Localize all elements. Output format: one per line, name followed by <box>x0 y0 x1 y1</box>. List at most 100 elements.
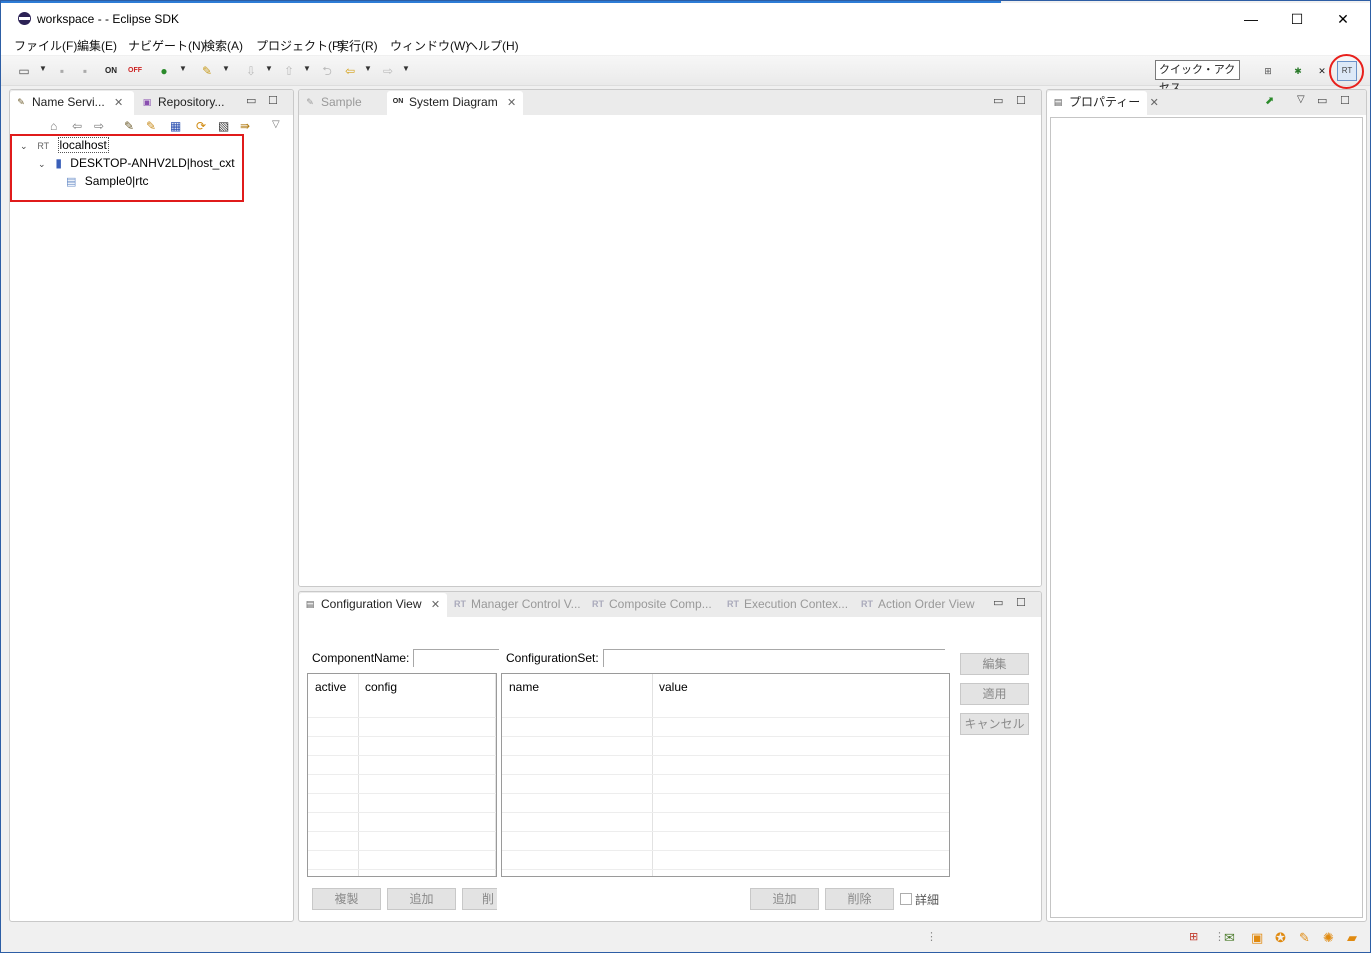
next-annotation-icon[interactable]: ⇩ <box>243 63 259 79</box>
status-bar: ⋮ ⊞ ⋮ ✉ ▣ ✪ ✎ ✺ ▰ <box>1 924 1370 952</box>
menu-help[interactable]: ヘルプ(H) <box>466 37 519 54</box>
tab-composite-component[interactable]: RT Composite Comp... <box>587 593 717 617</box>
configuration-icon: ▤ <box>305 599 315 609</box>
menu-bar: ファイル(F) 編集(E) ナビゲート(N) 検索(A) プロジェクト(P) 実… <box>1 33 1370 55</box>
server-error-icon[interactable]: ⊞ <box>1189 930 1198 943</box>
save-icon[interactable]: ▪ <box>54 63 70 79</box>
back-nav-icon[interactable]: ⇦ <box>72 119 82 133</box>
external-dropdown-icon[interactable]: ▼ <box>222 64 230 73</box>
next-annotation-dropdown-icon[interactable]: ▼ <box>265 64 273 73</box>
maximize-button[interactable]: ☐ <box>1274 5 1320 33</box>
back-dropdown-icon[interactable]: ▼ <box>364 64 372 73</box>
close-button[interactable]: ✕ <box>1320 5 1366 33</box>
properties-panel: ▤ プロパティー ✕ ⬈ ▽ ▭ ☐ <box>1046 89 1367 922</box>
tab-properties[interactable]: ▤ プロパティー ✕ <box>1047 91 1159 115</box>
table-row <box>308 755 496 756</box>
add-config-set-button[interactable]: 追加 <box>387 888 456 910</box>
all-off-icon[interactable]: OFF <box>127 63 143 79</box>
pin-icon[interactable]: ⬈ <box>1265 94 1274 107</box>
menu-project[interactable]: プロジェクト(P) <box>256 37 344 54</box>
tab-execution-context[interactable]: RT Execution Contex... <box>722 593 852 617</box>
tab-system-diagram[interactable]: ON System Diagram ✕ <box>387 91 523 115</box>
menu-edit[interactable]: 編集(E) <box>77 37 117 54</box>
quick-access-field[interactable]: クイック・アクセス <box>1155 60 1240 94</box>
detail-checkbox[interactable] <box>900 893 912 905</box>
close-tab-icon[interactable]: ✕ <box>114 92 123 114</box>
back-icon[interactable]: ⇦ <box>342 63 358 79</box>
all-on-icon[interactable]: ON <box>103 63 119 79</box>
prev-annotation-icon[interactable]: ⇧ <box>281 63 297 79</box>
component-name-field[interactable] <box>413 649 499 667</box>
workbench-icon[interactable]: ▰ <box>1347 930 1357 946</box>
close-tab-icon[interactable]: ✕ <box>1150 92 1159 114</box>
column-header-name[interactable]: name <box>509 680 539 694</box>
menu-file[interactable]: ファイル(F) <box>14 37 77 54</box>
menu-run[interactable]: 実行(R) <box>337 37 378 54</box>
tutorials-icon[interactable]: ✪ <box>1275 930 1286 946</box>
external-tools-icon[interactable]: ✎ <box>199 63 215 79</box>
delete-config-set-button[interactable]: 削 <box>462 888 497 910</box>
diagram-canvas[interactable] <box>299 115 1041 586</box>
copy-button[interactable]: 複製 <box>312 888 381 910</box>
config-set-table[interactable]: active config <box>307 673 497 877</box>
view-menu-icon[interactable]: ▽ <box>1297 94 1305 105</box>
feedback-icon[interactable]: ✉ <box>1224 930 1235 946</box>
tab-action-order-view[interactable]: RT Action Order View <box>856 593 986 617</box>
tab-manager-control[interactable]: RT Manager Control V... <box>449 593 583 617</box>
minimize-icon[interactable]: ▭ <box>993 94 1003 107</box>
tab-sample[interactable]: ✎ Sample <box>299 91 385 115</box>
menu-navigate[interactable]: ナビゲート(N) <box>128 37 205 54</box>
add-nameserver-plus-icon[interactable]: ✎ <box>146 119 156 133</box>
menu-search[interactable]: 検索(A) <box>203 37 243 54</box>
run-icon[interactable]: ● <box>156 63 172 79</box>
new-dropdown-icon[interactable]: ▼ <box>39 64 47 73</box>
forward-dropdown-icon[interactable]: ▼ <box>402 64 410 73</box>
apply-button[interactable]: 適用 <box>960 683 1029 705</box>
maximize-icon[interactable]: ☐ <box>1016 596 1026 609</box>
config-value-table[interactable]: name value <box>501 673 950 877</box>
tab-repository[interactable]: ▣ Repository... <box>136 91 236 115</box>
cancel-button[interactable]: キャンセル <box>960 713 1029 735</box>
menu-window[interactable]: ウィンドウ(W) <box>390 37 469 54</box>
forward-icon[interactable]: ⇨ <box>380 63 396 79</box>
open-perspective-icon[interactable]: ⊞ <box>1259 62 1277 80</box>
maximize-icon[interactable]: ☐ <box>268 94 278 107</box>
edit-button[interactable]: 編集 <box>960 653 1029 675</box>
manager-icon[interactable]: ▦ <box>170 119 181 133</box>
close-tab-icon[interactable]: ✕ <box>431 594 440 616</box>
whats-new-icon[interactable]: ✺ <box>1323 930 1334 946</box>
refresh-icon[interactable]: ⟳ <box>196 119 206 133</box>
table-row <box>502 869 949 870</box>
table-row <box>308 736 496 737</box>
overview-icon[interactable]: ▣ <box>1251 930 1263 946</box>
close-tab-icon[interactable]: ✕ <box>507 92 516 114</box>
view-menu-icon[interactable]: ▽ <box>272 119 280 130</box>
last-edit-icon[interactable]: ⮌ <box>319 63 335 79</box>
run-dropdown-icon[interactable]: ▼ <box>179 64 187 73</box>
minimize-icon[interactable]: ▭ <box>1317 94 1327 107</box>
forward-nav-icon[interactable]: ⇨ <box>94 119 104 133</box>
delete-value-button[interactable]: 削除 <box>825 888 894 910</box>
prev-annotation-dropdown-icon[interactable]: ▼ <box>303 64 311 73</box>
delete-icon[interactable]: ▧ <box>218 119 229 133</box>
samples-icon[interactable]: ✎ <box>1299 930 1310 946</box>
tab-name-service[interactable]: ✎ Name Servi... ✕ <box>10 91 134 115</box>
column-header-config[interactable]: config <box>365 680 397 694</box>
minimize-button[interactable]: — <box>1228 5 1274 33</box>
debug-perspective-icon[interactable]: ✱ <box>1289 62 1307 80</box>
maximize-icon[interactable]: ☐ <box>1016 94 1026 107</box>
new-icon[interactable]: ▭ <box>16 63 32 79</box>
name-service-tabstrip: ✎ Name Servi... ✕ ▣ Repository... ▭ ☐ <box>10 90 293 115</box>
tab-configuration-view[interactable]: ▤ Configuration View ✕ <box>299 593 447 617</box>
home-icon[interactable]: ⌂ <box>50 119 57 133</box>
column-header-value[interactable]: value <box>659 680 688 694</box>
minimize-icon[interactable]: ▭ <box>993 596 1003 609</box>
configuration-set-field[interactable] <box>603 649 945 667</box>
save-all-icon[interactable]: ▪ <box>77 63 93 79</box>
column-header-active[interactable]: active <box>315 680 346 694</box>
filter-icon[interactable]: ⇛ <box>240 119 250 133</box>
minimize-icon[interactable]: ▭ <box>246 94 256 107</box>
add-nameserver-icon[interactable]: ✎ <box>124 119 134 133</box>
maximize-icon[interactable]: ☐ <box>1340 94 1350 107</box>
add-value-button[interactable]: 追加 <box>750 888 819 910</box>
